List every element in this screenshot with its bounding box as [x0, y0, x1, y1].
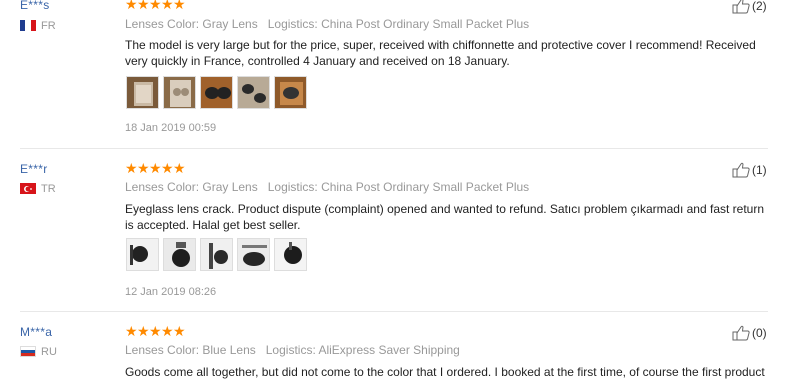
review-photo[interactable] [163, 238, 196, 271]
france-flag-icon [20, 20, 36, 31]
star-rating: ★ ★ ★ ★ ★ [125, 0, 186, 12]
thumbs-up-icon [732, 162, 750, 178]
buyer-name[interactable]: M***a [20, 325, 52, 339]
review-date: 12 Jan 2019 08:26 [125, 286, 217, 298]
review-photo[interactable] [237, 76, 270, 109]
helpful-count: (0) [752, 326, 767, 340]
review-meta: Lenses Color: Gray Lens Logistics: China … [125, 180, 529, 194]
star-icon: ★ [173, 0, 186, 12]
star-icon: ★ [149, 160, 162, 176]
review-meta: Lenses Color: Gray Lens Logistics: China … [125, 17, 529, 31]
logistics: Logistics: China Post Ordinary Small Pac… [267, 17, 530, 31]
star-icon: ★ [161, 160, 174, 176]
star-rating: ★ ★ ★ ★ ★ [125, 323, 186, 339]
star-icon: ★ [125, 323, 138, 339]
lens-color: Lenses Color: Gray Lens [125, 180, 258, 194]
review-photo[interactable] [126, 238, 159, 271]
review-photo[interactable] [163, 76, 196, 109]
review-photo[interactable] [200, 76, 233, 109]
review-meta: Lenses Color: Blue Lens Logistics: AliExp… [125, 343, 460, 357]
lens-color: Lenses Color: Blue Lens [125, 343, 256, 357]
russia-flag-icon [20, 346, 36, 357]
thumbs-up-icon [732, 325, 750, 341]
review-text: Goods come all together, but did not com… [125, 365, 765, 379]
star-icon: ★ [149, 0, 162, 12]
helpful-button[interactable]: (1) [732, 162, 767, 178]
star-icon: ★ [137, 160, 150, 176]
star-icon: ★ [173, 323, 186, 339]
star-icon: ★ [161, 0, 174, 12]
review-photo[interactable] [274, 238, 307, 271]
logistics: Logistics: AliExpress Saver Shipping [265, 343, 460, 357]
buyer-name[interactable]: E***r [20, 162, 48, 176]
star-icon: ★ [149, 323, 162, 339]
review-photos [126, 76, 307, 109]
review-divider [20, 311, 768, 312]
review-photos [126, 238, 307, 271]
review-photo[interactable] [126, 76, 159, 109]
turkey-flag-icon [20, 183, 36, 194]
star-rating: ★ ★ ★ ★ ★ [125, 160, 186, 176]
review-text: The model is very large but for the pric… [125, 38, 756, 68]
lens-color: Lenses Color: Gray Lens [125, 17, 258, 31]
review-photo[interactable] [274, 76, 307, 109]
review-date: 18 Jan 2019 00:59 [125, 122, 217, 134]
buyer-name[interactable]: E***s [20, 0, 50, 12]
star-icon: ★ [137, 0, 150, 12]
buyer-country: RU [41, 346, 57, 358]
star-icon: ★ [161, 323, 174, 339]
review-photo[interactable] [200, 238, 233, 271]
star-icon: ★ [137, 323, 150, 339]
thumbs-up-icon [732, 0, 750, 14]
helpful-button[interactable]: (0) [732, 325, 767, 341]
buyer-country: TR [41, 183, 56, 195]
star-icon: ★ [125, 0, 138, 12]
buyer-country: FR [41, 20, 56, 32]
star-icon: ★ [173, 160, 186, 176]
helpful-button[interactable]: (2) [732, 0, 767, 14]
star-icon: ★ [125, 160, 138, 176]
review-divider [20, 148, 768, 149]
review-photo[interactable] [237, 238, 270, 271]
helpful-count: (1) [752, 163, 767, 177]
helpful-count: (2) [752, 0, 767, 13]
review-text: Eyeglass lens crack. Product dispute (co… [125, 202, 765, 232]
logistics: Logistics: China Post Ordinary Small Pac… [267, 180, 530, 194]
